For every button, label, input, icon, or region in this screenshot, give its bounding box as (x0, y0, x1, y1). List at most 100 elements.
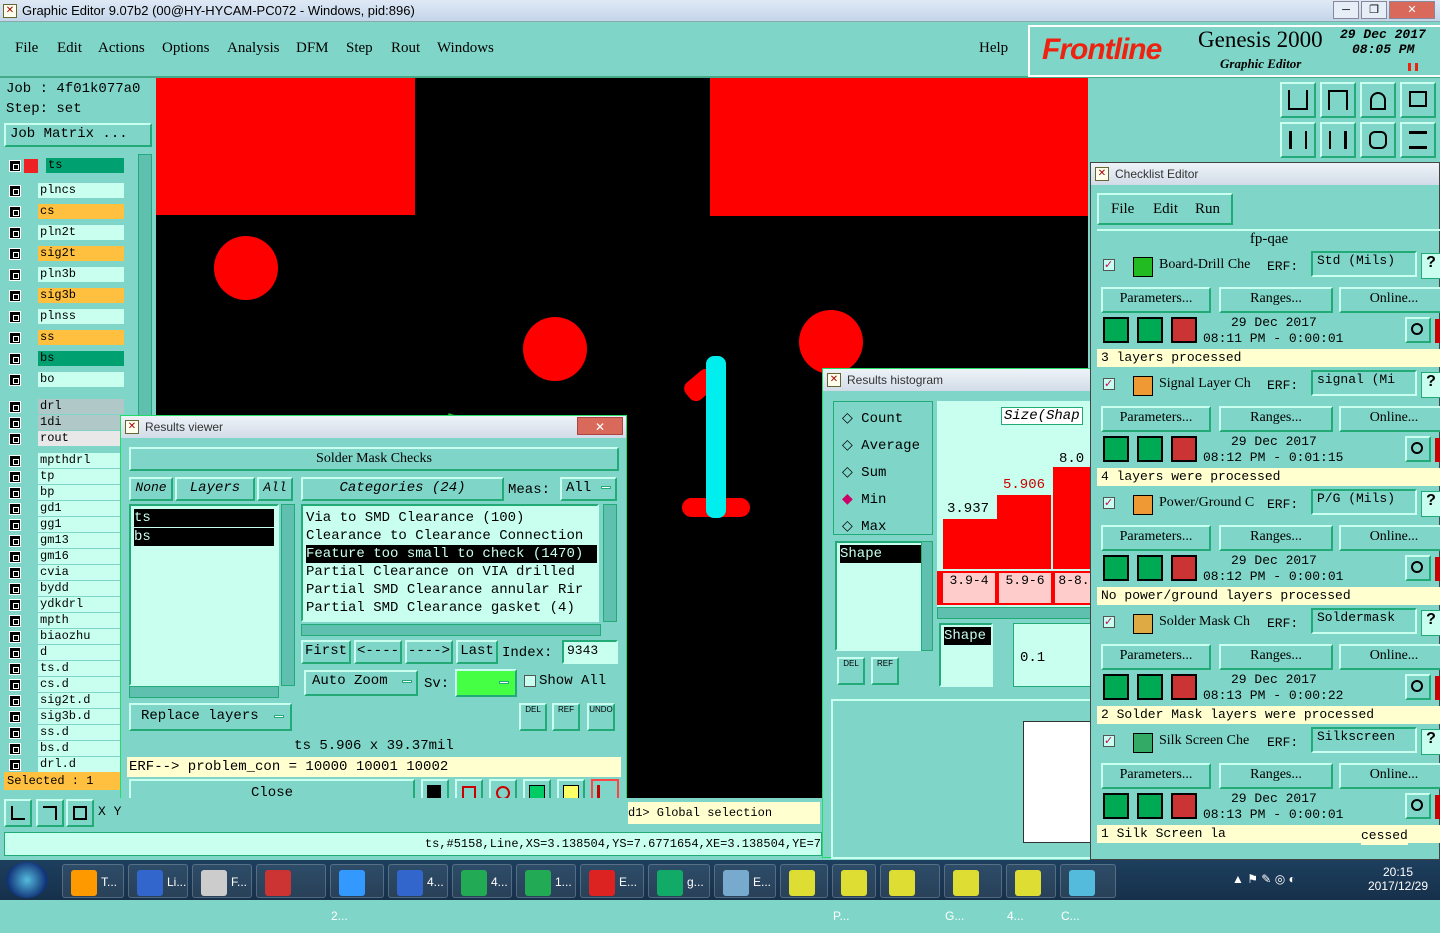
run-action-icon[interactable] (1103, 555, 1129, 581)
menu-file[interactable]: File (15, 40, 38, 57)
home-icon[interactable] (1360, 82, 1396, 118)
layer-name[interactable]: sig2t (38, 246, 124, 261)
stop-run-icon[interactable] (1171, 436, 1197, 462)
ranges-button[interactable]: Ranges... (1219, 763, 1333, 789)
layer-row-mpthdrl[interactable]: mpthdrl (6, 453, 124, 469)
layer-checkbox[interactable] (9, 353, 21, 365)
rv-layer-hscroll[interactable] (129, 686, 279, 698)
taskbar-item[interactable]: 4... (452, 864, 512, 898)
rv-category-item-selected[interactable]: Feature too small to check (1470) (306, 545, 597, 563)
layer-row-sig2t-d[interactable]: sig2t.d (6, 693, 124, 709)
menu-help[interactable]: Help (979, 40, 1008, 57)
rv-ref-icon[interactable]: REF (552, 703, 580, 731)
histogram-shape-list-2[interactable]: Shape (939, 623, 993, 687)
layer-name[interactable]: bydd (38, 581, 124, 596)
layer-row-pln2t[interactable]: pln2t (6, 225, 124, 241)
selected-line[interactable] (706, 356, 726, 518)
layer-row-cvia[interactable]: cvia (6, 565, 124, 581)
layer-name[interactable]: ts (46, 158, 124, 173)
run-action-icon[interactable] (1103, 436, 1129, 462)
option-max[interactable]: ◇ Max (842, 518, 886, 535)
rv-layer-list[interactable]: ts bs (129, 504, 279, 686)
layer-checkbox[interactable] (9, 599, 21, 611)
zoom-icon[interactable] (1405, 436, 1431, 462)
layer-row-bydd[interactable]: bydd (6, 581, 124, 597)
layer-checkbox[interactable] (9, 583, 21, 595)
layer-name[interactable]: cs.d (38, 677, 124, 692)
ranges-button[interactable]: Ranges... (1219, 406, 1333, 432)
layer-row-bo[interactable]: bo (6, 372, 124, 388)
layer-row-sig2t[interactable]: sig2t (6, 246, 124, 262)
parameters-button[interactable]: Parameters... (1101, 406, 1211, 432)
histogram-ref-icon[interactable]: REF (871, 657, 899, 685)
layer-name[interactable]: drl.d (38, 757, 124, 772)
rv-undo-icon[interactable]: UNDO (587, 703, 615, 731)
layer-row-ss[interactable]: ss (6, 330, 124, 346)
layer-name[interactable]: bo (38, 372, 124, 387)
checklist-item-name[interactable]: Power/Ground C (1159, 495, 1263, 511)
layer-row-ss-d[interactable]: ss.d (6, 725, 124, 741)
layer-name[interactable]: ts.d (38, 661, 124, 676)
layer-checkbox[interactable] (9, 455, 21, 467)
ranges-button[interactable]: Ranges... (1219, 525, 1333, 551)
layer-row-mpth[interactable]: mpth (6, 613, 124, 629)
rv-next-button[interactable]: ----> (405, 640, 453, 664)
rv-auto-zoom-select[interactable]: Auto Zoom (304, 670, 418, 696)
rv-layer-scrollbar[interactable] (281, 504, 295, 686)
layer-name[interactable]: bs (38, 351, 124, 366)
checklist-erf-value[interactable]: signal (Mi (1311, 370, 1417, 396)
layer-row-plncs[interactable]: plncs (6, 183, 124, 199)
help-icon[interactable]: ? (1421, 253, 1440, 279)
layer-checkbox[interactable] (9, 711, 21, 723)
rv-category-hscroll[interactable] (301, 624, 601, 636)
layer-row-gm13[interactable]: gm13 (6, 533, 124, 549)
run-action-icon[interactable] (1103, 674, 1129, 700)
checklist-item-checkbox[interactable]: ✓ (1103, 616, 1115, 628)
stop-run-icon[interactable] (1171, 674, 1197, 700)
layer-name[interactable]: cvia (38, 565, 124, 580)
layer-checkbox[interactable] (9, 647, 21, 659)
layer-row-bs-d[interactable]: bs.d (6, 741, 124, 757)
arrow-left-icon[interactable] (1280, 122, 1316, 158)
checklist-item-name[interactable]: Board-Drill Che (1159, 257, 1263, 273)
histogram-shape-item[interactable]: Shape (840, 545, 921, 563)
menu-rout[interactable]: Rout (391, 40, 420, 57)
rv-prev-button[interactable]: <---- (354, 640, 402, 664)
layer-checkbox[interactable] (9, 567, 21, 579)
layer-name[interactable]: bp (38, 485, 124, 500)
checklist-item-name[interactable]: Solder Mask Ch (1159, 614, 1263, 630)
rv-category-list[interactable]: Via to SMD Clearance (100) Clearance to … (301, 504, 599, 622)
ranges-button[interactable]: Ranges... (1219, 644, 1333, 670)
taskbar-item[interactable]: E... (580, 864, 644, 898)
layer-name[interactable]: pln2t (38, 225, 124, 240)
run-all-icon[interactable] (1137, 555, 1163, 581)
rv-layer-bs[interactable]: bs (134, 528, 274, 546)
layer-name[interactable]: bs.d (38, 741, 124, 756)
ranges-button[interactable]: Ranges... (1219, 287, 1333, 313)
run-all-icon[interactable] (1137, 793, 1163, 819)
run-all-icon[interactable] (1137, 317, 1163, 343)
layer-name[interactable]: pln3b (38, 267, 124, 282)
import-down-icon[interactable] (1320, 82, 1356, 118)
checklist-menu-file[interactable]: File (1111, 201, 1134, 218)
option-sum[interactable]: ◇ Sum (842, 464, 886, 481)
taskbar-item[interactable]: g... (648, 864, 710, 898)
zoom-icon[interactable] (1405, 674, 1431, 700)
run-all-icon[interactable] (1137, 674, 1163, 700)
rv-categories-button[interactable]: Categories (24) (301, 477, 504, 501)
online-button[interactable]: Online... (1339, 525, 1440, 551)
swap-icon[interactable] (1360, 122, 1396, 158)
rv-meas-select[interactable]: All (560, 477, 617, 501)
rv-category-item[interactable]: Clearance to Clearance Connection (306, 527, 597, 545)
layer-checkbox[interactable] (9, 631, 21, 643)
layer-name[interactable]: sig3b.d (38, 709, 124, 724)
layer-name[interactable]: gm13 (38, 533, 124, 548)
layer-name[interactable]: gm16 (38, 549, 124, 564)
help-icon[interactable]: ? (1421, 729, 1440, 755)
layer-checkbox[interactable] (9, 679, 21, 691)
layer-checkbox[interactable] (9, 332, 21, 344)
checklist-erf-value[interactable]: Silkscreen (1311, 727, 1417, 753)
layer-checkbox[interactable] (9, 727, 21, 739)
layer-name[interactable]: biaozhu (38, 629, 124, 644)
layer-row-bp[interactable]: bp (6, 485, 124, 501)
